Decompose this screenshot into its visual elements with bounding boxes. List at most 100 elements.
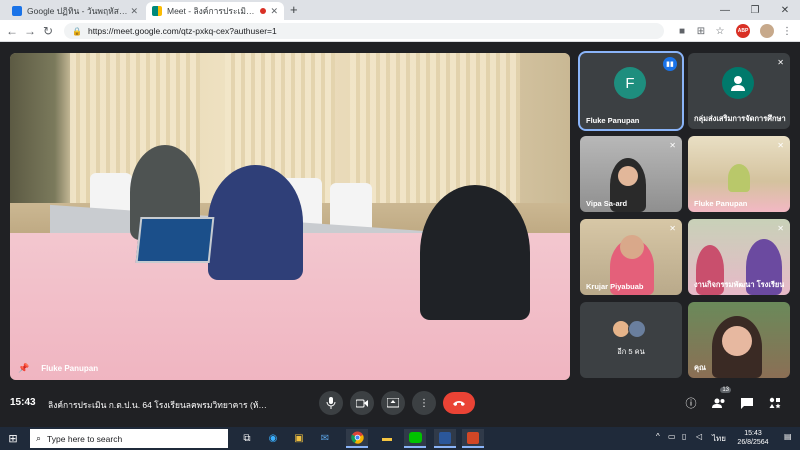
clock-time: 15:43 — [744, 430, 762, 437]
participant-name: คุณ — [694, 363, 706, 372]
meet-favicon-icon — [152, 6, 162, 16]
tab-google-meet[interactable]: Meet - ลิงค์การประเมิน ก.ต.ป.น. ✕ — [146, 2, 284, 20]
meeting-details-button[interactable]: ⓘ — [682, 394, 700, 412]
battery-icon[interactable]: ▯ — [682, 432, 686, 441]
window-close-icon[interactable]: ✕ — [770, 0, 800, 20]
close-icon[interactable]: ✕ — [270, 6, 278, 17]
chrome-logo — [350, 431, 364, 444]
recording-indicator-icon — [260, 8, 267, 14]
speaking-indicator-icon: ▮▮ — [663, 57, 677, 71]
chat-icon — [741, 397, 753, 409]
participant-name: Fluke Panupan — [586, 116, 640, 125]
network-icon[interactable]: ▭ — [668, 432, 676, 441]
minimize-icon[interactable]: — — [710, 0, 740, 20]
chat-button[interactable] — [738, 394, 756, 412]
lock-icon: 🔒 — [72, 26, 82, 36]
main-video-tile[interactable]: 📌 Fluke Panupan — [10, 53, 570, 380]
microphone-button[interactable] — [319, 391, 343, 415]
participant-tile[interactable]: ✕ Fluke Panupan — [688, 136, 790, 212]
camera-icon — [356, 399, 368, 407]
info-icon: ⓘ — [685, 398, 697, 410]
task-view-icon[interactable]: ⧉ — [236, 429, 258, 448]
main-video-label: 📌 Fluke Panupan — [18, 363, 98, 374]
participant-tile[interactable]: ✕ งานกิจกรรมพัฒนา โรงเรียน — [688, 219, 790, 295]
mic-off-icon: ✕ — [669, 141, 676, 150]
participant-tile[interactable]: F ▮▮ Fluke Panupan — [578, 51, 684, 131]
powerpoint-icon[interactable] — [462, 429, 484, 448]
meet-control-bar: 15:43 ลิงค์การประเมิน ก.ต.ป.น. 64 โรงเรี… — [0, 383, 800, 427]
participant-tile[interactable]: ✕ กลุ่มส่งเสริมการจัดการศึกษา — [688, 53, 790, 129]
self-view-tile[interactable]: คุณ — [688, 302, 790, 378]
leave-call-button[interactable] — [443, 392, 475, 414]
meeting-time: 15:43 — [10, 397, 36, 408]
profile-avatar[interactable] — [760, 24, 774, 38]
camera-button[interactable] — [350, 391, 374, 415]
word-icon[interactable] — [434, 429, 456, 448]
search-icon: ⌕ — [36, 433, 42, 443]
mic-off-icon: ✕ — [777, 141, 784, 150]
mic-off-icon: ✕ — [777, 58, 784, 67]
participant-name: Vipa Sa-ard — [586, 199, 628, 208]
activities-icon — [769, 397, 781, 409]
participant-figure — [420, 185, 530, 320]
language-indicator[interactable]: ไทย — [712, 432, 726, 445]
more-participants-label: อีก 5 คน — [617, 347, 645, 356]
windows-taskbar: ⊞ ⌕ Type here to search ⧉ ◉ ▣ ✉ ▬ ^ ▭ ▯ … — [0, 427, 800, 450]
chrome-menu-icon[interactable]: ⋮ — [780, 24, 794, 38]
powerpoint-logo — [467, 431, 479, 444]
avatar — [628, 320, 646, 338]
tab-title: Google ปฏิทิน - วันพฤหัสบดี, 26 สิงหาคม — [27, 6, 131, 16]
line-logo — [408, 432, 422, 443]
taskbar-search[interactable]: ⌕ Type here to search — [30, 429, 228, 448]
more-participants-tile[interactable]: อีก 5 คน — [580, 302, 682, 378]
more-options-button[interactable]: ⋮ — [412, 391, 436, 415]
address-bar[interactable]: 🔒 https://meet.google.com/qtz-pxkq-cex?a… — [64, 23, 664, 39]
hang-up-icon — [453, 401, 465, 406]
url-text: https://meet.google.com/qtz-pxkq-cex?aut… — [87, 26, 277, 36]
line-app-icon[interactable] — [404, 429, 426, 448]
mail-icon[interactable]: ✉ — [314, 429, 336, 448]
participant-avatars — [612, 320, 646, 338]
windows-start-icon[interactable]: ⊞ — [6, 431, 20, 445]
browser-tab-strip: Google ปฏิทิน - วันพฤหัสบดี, 26 สิงหาคม … — [0, 0, 800, 20]
close-icon[interactable]: ✕ — [130, 6, 138, 17]
file-explorer-icon[interactable]: ▬ — [376, 429, 398, 448]
search-placeholder: Type here to search — [47, 433, 123, 444]
restore-icon[interactable]: ❐ — [740, 0, 770, 20]
mic-off-icon: ✕ — [669, 224, 676, 233]
volume-icon[interactable]: ◁ — [696, 432, 702, 441]
clock-date: 26/8/2564 — [737, 439, 769, 446]
microphone-icon — [326, 397, 336, 409]
adblock-extension-icon[interactable]: ABP — [736, 24, 750, 38]
system-clock[interactable]: 15:43 26/8/2564 — [728, 429, 778, 447]
bookmark-star-icon[interactable]: ☆ — [713, 24, 727, 38]
person-icon — [731, 76, 745, 91]
store-icon[interactable]: ▣ — [288, 429, 310, 448]
new-tab-button[interactable]: + — [290, 2, 298, 17]
participant-tile[interactable]: ✕ Krujar Piyabuab — [580, 219, 682, 295]
chrome-icon[interactable] — [346, 429, 368, 448]
present-screen-button[interactable] — [381, 391, 405, 415]
translate-icon[interactable]: ⊞ — [694, 24, 708, 38]
participant-figure — [208, 165, 303, 280]
participant-name: งานกิจกรรมพัฒนา โรงเรียน — [694, 280, 785, 289]
reload-icon[interactable]: ↻ — [40, 23, 56, 39]
edge-icon[interactable]: ◉ — [262, 429, 284, 448]
participant-tile[interactable]: ✕ Vipa Sa-ard — [580, 136, 682, 212]
forward-arrow-icon[interactable]: → — [22, 23, 38, 39]
participant-name: กลุ่มส่งเสริมการจัดการศึกษา — [694, 114, 786, 123]
tab-google-calendar[interactable]: Google ปฏิทิน - วันพฤหัสบดี, 26 สิงหาคม … — [6, 2, 144, 20]
camera-in-use-icon[interactable]: ■ — [675, 24, 689, 38]
more-vertical-icon: ⋮ — [419, 397, 429, 409]
people-icon — [712, 398, 725, 408]
main-video-name: Fluke Panupan — [41, 364, 99, 373]
meet-stage: 📌 Fluke Panupan F ▮▮ Fluke Panupan ✕ กลุ… — [0, 43, 800, 427]
back-arrow-icon[interactable]: ← — [4, 23, 20, 39]
activities-button[interactable] — [766, 394, 784, 412]
chevron-up-icon[interactable]: ^ — [656, 432, 660, 441]
participants-count-badge: 13 — [720, 387, 731, 393]
avatar — [722, 67, 754, 99]
pin-icon[interactable]: 📌 — [18, 363, 29, 374]
notifications-icon[interactable]: ▤ — [784, 432, 792, 441]
participants-button[interactable]: 13 — [710, 387, 731, 412]
